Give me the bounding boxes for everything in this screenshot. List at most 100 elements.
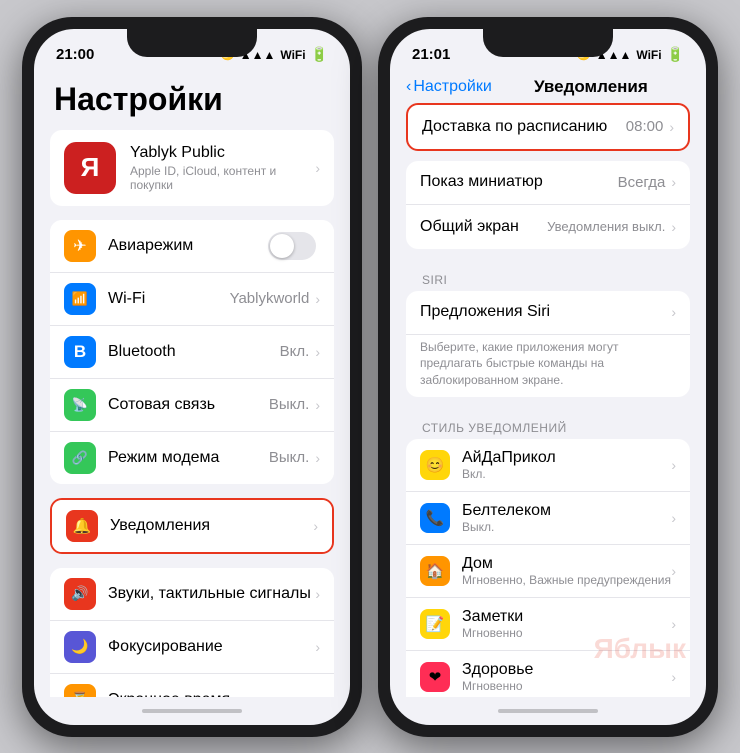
app-sub-health: Мгновенно xyxy=(462,679,671,693)
app-chevron-home: › xyxy=(671,563,676,579)
app-name-home: Дом xyxy=(462,555,671,573)
sounds-chevron: › xyxy=(315,586,320,602)
app-sub-aidaprikol: Вкл. xyxy=(462,467,671,481)
back-chevron-icon: ‹ xyxy=(406,78,411,96)
profile-name: Yablyk Public xyxy=(130,144,315,162)
app-sub-home: Мгновенно, Важные предупреждения xyxy=(462,573,671,587)
screentime-label: Экранное время xyxy=(108,691,315,697)
phone-right: 21:01 🌙 ▲▲▲ WiFi 🔋 ‹ Настройки Уведомлен… xyxy=(378,17,718,737)
sounds-section: 🔊 Звуки, тактильные сигналы › 🌙 Фокусиро… xyxy=(50,568,334,697)
screenview-label: Общий экран xyxy=(420,218,547,236)
bluetooth-value: Вкл. xyxy=(280,343,310,360)
nav-back-button[interactable]: ‹ Настройки xyxy=(406,78,492,96)
wifi-label: Wi-Fi xyxy=(108,290,230,308)
focus-icon: 🌙 xyxy=(64,631,96,663)
sounds-label: Звуки, тактильные сигналы xyxy=(108,585,315,603)
apps-section: 😊 АйДаПрикол Вкл. › 📞 Белтелеком Выкл. xyxy=(406,439,690,697)
screentime-row[interactable]: ⏳ Экранное время › xyxy=(50,674,334,697)
home-bar-line-left xyxy=(142,709,242,713)
app-chevron-aidaprikol: › xyxy=(671,457,676,473)
airplane-row[interactable]: ✈ Авиарежим xyxy=(50,220,334,273)
siri-label: Предложения Siri xyxy=(420,303,671,321)
schedule-chevron: › xyxy=(669,119,674,135)
style-section-header: СТИЛЬ УВЕДОМЛЕНИЙ xyxy=(406,407,690,439)
app-name-health: Здоровье xyxy=(462,661,671,679)
hotspot-row[interactable]: 🔗 Режим модема Выкл. › xyxy=(50,432,334,484)
cellular-value: Выкл. xyxy=(269,396,309,413)
status-time-left: 21:00 xyxy=(56,46,94,63)
schedule-section: Доставка по расписанию 08:00 › xyxy=(406,103,690,151)
cellular-row[interactable]: 📡 Сотовая связь Выкл. › xyxy=(50,379,334,432)
profile-row[interactable]: Я Yablyk Public Apple ID, iCloud, контен… xyxy=(50,130,334,206)
app-icon-health: ❤ xyxy=(420,662,450,692)
notch-right xyxy=(483,29,613,57)
app-row-beltelecom[interactable]: 📞 Белтелеком Выкл. › xyxy=(406,492,690,545)
app-sub-notes: Мгновенно xyxy=(462,626,671,640)
settings-list: Я Yablyk Public Apple ID, iCloud, контен… xyxy=(34,130,350,697)
profile-text: Yablyk Public Apple ID, iCloud, контент … xyxy=(130,144,315,192)
screentime-icon: ⏳ xyxy=(64,684,96,697)
app-icon-notes: 📝 xyxy=(420,609,450,639)
schedule-label: Доставка по расписанию xyxy=(422,118,626,136)
wifi-chevron: › xyxy=(315,291,320,307)
notifications-row[interactable]: 🔔 Уведомления › xyxy=(52,500,332,552)
app-label-beltelecom: Белтелеком Выкл. xyxy=(462,502,671,534)
connectivity-section: ✈ Авиарежим 📶 Wi-Fi Yablykworld › B xyxy=(50,220,334,484)
bluetooth-row[interactable]: B Bluetooth Вкл. › xyxy=(50,326,334,379)
profile-section[interactable]: Я Yablyk Public Apple ID, iCloud, контен… xyxy=(50,130,334,206)
sounds-icon: 🔊 xyxy=(64,578,96,610)
app-row-aidaprikol[interactable]: 😊 АйДаПрикол Вкл. › xyxy=(406,439,690,492)
nav-title: Уведомления xyxy=(534,77,648,97)
wifi-value: Yablykworld xyxy=(230,290,310,307)
home-bar-right xyxy=(390,697,706,725)
wifi-icon: 📶 xyxy=(64,283,96,315)
notifications-chevron: › xyxy=(313,518,318,534)
app-row-home[interactable]: 🏠 Дом Мгновенно, Важные предупреждения › xyxy=(406,545,690,598)
siri-row[interactable]: Предложения Siri › xyxy=(406,291,690,335)
siri-description: Выберите, какие приложения могут предлаг… xyxy=(406,335,690,397)
focus-label: Фокусирование xyxy=(108,638,315,656)
home-bar-line-right xyxy=(498,709,598,713)
app-chevron-notes: › xyxy=(671,616,676,632)
app-row-notes[interactable]: 📝 Заметки Мгновенно › xyxy=(406,598,690,651)
battery-icon-right: 🔋 xyxy=(667,46,684,63)
airplane-label: Авиарежим xyxy=(108,237,268,255)
siri-chevron: › xyxy=(671,304,676,320)
hotspot-chevron: › xyxy=(315,450,320,466)
hotspot-label: Режим модема xyxy=(108,449,269,467)
app-name-beltelecom: Белтелеком xyxy=(462,502,671,520)
app-label-health: Здоровье Мгновенно xyxy=(462,661,671,693)
wifi-row[interactable]: 📶 Wi-Fi Yablykworld › xyxy=(50,273,334,326)
airplane-toggle[interactable] xyxy=(268,232,316,260)
bluetooth-icon: B xyxy=(64,336,96,368)
preview-section: Показ миниатюр Всегда › Общий экран Увед… xyxy=(406,161,690,249)
schedule-value: 08:00 xyxy=(626,118,664,135)
app-name-aidaprikol: АйДаПрикол xyxy=(462,449,671,467)
preview-row[interactable]: Показ миниатюр Всегда › xyxy=(406,161,690,205)
focus-row[interactable]: 🌙 Фокусирование › xyxy=(50,621,334,674)
app-icon-home: 🏠 xyxy=(420,556,450,586)
app-label-notes: Заметки Мгновенно xyxy=(462,608,671,640)
notifications-section[interactable]: 🔔 Уведомления › xyxy=(50,498,334,554)
bluetooth-label: Bluetooth xyxy=(108,343,280,361)
siri-section-header: SIRI xyxy=(406,259,690,291)
screenview-row[interactable]: Общий экран Уведомления выкл. › xyxy=(406,205,690,249)
siri-section: Предложения Siri › Выберите, какие прило… xyxy=(406,291,690,397)
app-icon-aidaprikol: 😊 xyxy=(420,450,450,480)
app-icon-beltelecom: 📞 xyxy=(420,503,450,533)
notifications-icon: 🔔 xyxy=(66,510,98,542)
app-chevron-health: › xyxy=(671,669,676,685)
preview-label: Показ миниатюр xyxy=(420,173,618,191)
preview-chevron: › xyxy=(671,174,676,190)
app-label-home: Дом Мгновенно, Важные предупреждения xyxy=(462,555,671,587)
sounds-row[interactable]: 🔊 Звуки, тактильные сигналы › xyxy=(50,568,334,621)
bluetooth-chevron: › xyxy=(315,344,320,360)
schedule-row[interactable]: Доставка по расписанию 08:00 › xyxy=(408,105,688,149)
hotspot-icon: 🔗 xyxy=(64,442,96,474)
cellular-icon: 📡 xyxy=(64,389,96,421)
hotspot-value: Выкл. xyxy=(269,449,309,466)
yablyk-logo: Я xyxy=(64,142,116,194)
profile-chevron: › xyxy=(315,160,320,176)
home-bar-left xyxy=(34,697,350,725)
app-row-health[interactable]: ❤ Здоровье Мгновенно › xyxy=(406,651,690,697)
